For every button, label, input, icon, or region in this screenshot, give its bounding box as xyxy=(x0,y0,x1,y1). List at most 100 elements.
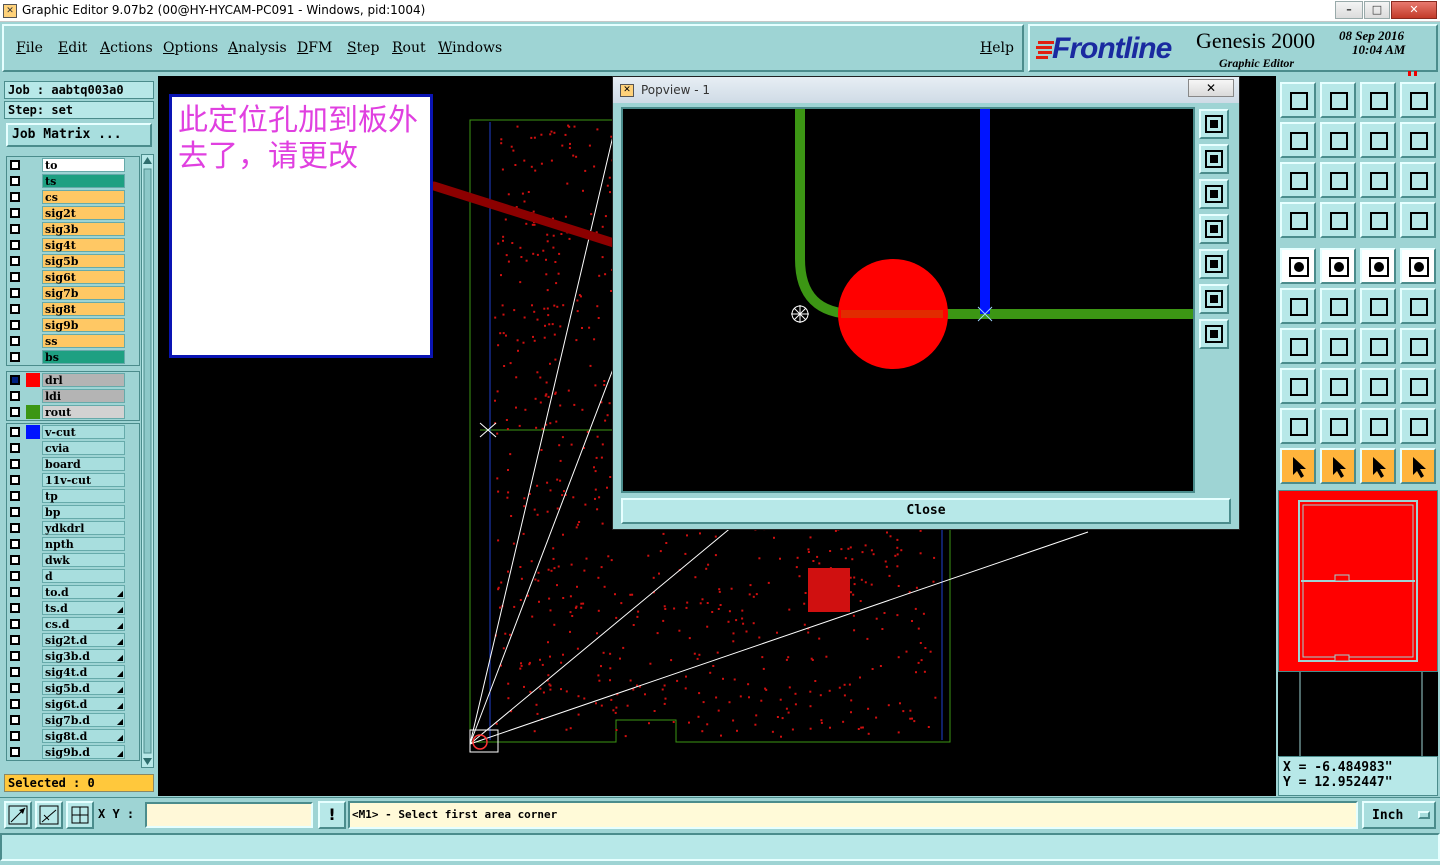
layer-checkbox[interactable] xyxy=(10,603,20,613)
layer-name[interactable]: sig8t xyxy=(42,302,125,316)
layer-row-sig9b-d[interactable]: sig9b.d ◢ xyxy=(7,744,139,760)
layer-name[interactable]: tp xyxy=(42,489,125,503)
layer-checkbox[interactable] xyxy=(10,507,20,517)
close-window-button[interactable]: ✕ xyxy=(1391,1,1437,19)
layer-name[interactable]: sig3b.d ◢ xyxy=(42,649,125,663)
pointer-circle-icon[interactable] xyxy=(1360,448,1396,484)
layer-name[interactable]: sig5b xyxy=(42,254,125,268)
mini-map[interactable] xyxy=(1278,490,1438,672)
traffic-light-icon[interactable] xyxy=(1360,202,1396,238)
layer-checkbox[interactable] xyxy=(10,427,20,437)
layer-checkbox[interactable] xyxy=(10,523,20,533)
split-line-icon[interactable] xyxy=(1320,368,1356,404)
layer-row-ts[interactable]: ts xyxy=(7,173,139,189)
layer-row-drl[interactable]: drl xyxy=(7,372,139,388)
layer-name[interactable]: d xyxy=(42,569,125,583)
menu-help[interactable]: Help xyxy=(980,40,1014,56)
layer-row-bp[interactable]: bp xyxy=(7,504,139,520)
layer-row-sig6t[interactable]: sig6t xyxy=(7,269,139,285)
layer-row-to[interactable]: to xyxy=(7,157,139,173)
layer-name[interactable]: board xyxy=(42,457,125,471)
layer-name[interactable]: sig7b.d ◢ xyxy=(42,713,125,727)
layer-checkbox[interactable] xyxy=(10,272,20,282)
layer-row-sig8t[interactable]: sig8t xyxy=(7,301,139,317)
layer-checkbox[interactable] xyxy=(10,747,20,757)
layer-checkbox[interactable] xyxy=(10,320,20,330)
zoom-area-icon[interactable] xyxy=(4,801,32,829)
maximize-button[interactable]: □ xyxy=(1364,1,1390,19)
layer-checkbox[interactable] xyxy=(10,571,20,581)
layer-name[interactable]: bp xyxy=(42,505,125,519)
layer-row-sig5b-d[interactable]: sig5b.d ◢ xyxy=(7,680,139,696)
layer-row-sig2t-d[interactable]: sig2t.d ◢ xyxy=(7,632,139,648)
layer-name[interactable]: ts.d ◢ xyxy=(42,601,125,615)
layer-checkbox[interactable] xyxy=(10,256,20,266)
house-icon[interactable] xyxy=(1360,82,1396,118)
layer-name[interactable]: to xyxy=(42,158,125,172)
layer-row-ydkdrl[interactable]: ydkdrl xyxy=(7,520,139,536)
menu-actions[interactable]: Actions xyxy=(100,40,153,56)
layer-row-sig3b-d[interactable]: sig3b.d ◢ xyxy=(7,648,139,664)
layer-checkbox[interactable] xyxy=(10,443,20,453)
layer-checkbox[interactable] xyxy=(10,240,20,250)
layer-checkbox[interactable] xyxy=(10,459,20,469)
layer-name[interactable]: sig7b xyxy=(42,286,125,300)
layer-scrollbar[interactable] xyxy=(141,154,154,768)
move-left-icon[interactable] xyxy=(1280,122,1316,158)
layer-row-board[interactable]: board xyxy=(7,456,139,472)
net-icon[interactable] xyxy=(1280,288,1316,324)
layer-checkbox[interactable] xyxy=(10,391,20,401)
home-up-icon[interactable] xyxy=(1280,82,1316,118)
layer-name[interactable]: sig6t xyxy=(42,270,125,284)
layer-name[interactable]: cs xyxy=(42,190,125,204)
line-draw-icon[interactable] xyxy=(1320,328,1356,364)
layer-row-ldi[interactable]: ldi xyxy=(7,388,139,404)
layer-name[interactable]: npth xyxy=(42,537,125,551)
layer-name[interactable]: sig2t.d ◢ xyxy=(42,633,125,647)
layer-name[interactable]: ydkdrl xyxy=(42,521,125,535)
popview-close-x[interactable]: ✕ xyxy=(1188,79,1234,97)
layer-checkbox[interactable] xyxy=(10,407,20,417)
layer-checkbox[interactable] xyxy=(10,667,20,677)
layer-name[interactable]: bs xyxy=(42,350,125,364)
swap-icon[interactable] xyxy=(1360,122,1396,158)
pan-left-icon[interactable] xyxy=(1199,214,1229,244)
layer-checkbox[interactable] xyxy=(10,555,20,565)
layer-checkbox[interactable] xyxy=(10,288,20,298)
layer-name[interactable]: v-cut xyxy=(42,425,125,439)
layer-row-cs-d[interactable]: cs.d ◢ xyxy=(7,616,139,632)
layer-checkbox[interactable] xyxy=(10,375,20,385)
menu-dfm[interactable]: DFM xyxy=(297,40,332,56)
group-icon[interactable] xyxy=(1400,368,1436,404)
move-right-icon[interactable] xyxy=(1320,122,1356,158)
layer-row-sig2t[interactable]: sig2t xyxy=(7,205,139,221)
layer-name[interactable]: sig4t xyxy=(42,238,125,252)
layer-checkbox[interactable] xyxy=(10,731,20,741)
zoom-in-icon[interactable] xyxy=(1199,284,1229,314)
layer-row-sig4t[interactable]: sig4t xyxy=(7,237,139,253)
layer-name[interactable]: cs.d ◢ xyxy=(42,617,125,631)
zoom-out-icon[interactable] xyxy=(1199,319,1229,349)
layer-row-ts-d[interactable]: ts.d ◢ xyxy=(7,600,139,616)
layer-row-cs[interactable]: cs xyxy=(7,189,139,205)
layer-checkbox[interactable] xyxy=(10,683,20,693)
layer-name[interactable]: ts xyxy=(42,174,125,188)
layer-row-tp[interactable]: tp xyxy=(7,488,139,504)
triangle-icon[interactable] xyxy=(1280,408,1316,444)
menu-windows[interactable]: Windows xyxy=(438,40,502,56)
triangle-up-icon[interactable] xyxy=(1320,408,1356,444)
pan-down-icon[interactable] xyxy=(1199,179,1229,209)
layer-checkbox[interactable] xyxy=(10,208,20,218)
menu-options[interactable]: Options xyxy=(163,40,218,56)
menu-analysis[interactable]: Analysis xyxy=(228,40,287,56)
layer-row-sig7b-d[interactable]: sig7b.d ◢ xyxy=(7,712,139,728)
layer-row-11v-cut[interactable]: 11v-cut xyxy=(7,472,139,488)
grid-icon[interactable] xyxy=(66,801,94,829)
layer-row-bs[interactable]: bs xyxy=(7,349,139,365)
layer-name[interactable]: drl xyxy=(42,373,125,387)
line-select-icon[interactable] xyxy=(1320,248,1356,284)
layer-name[interactable]: sig5b.d ◢ xyxy=(42,681,125,695)
layer-name[interactable]: dwk xyxy=(42,553,125,567)
pointer-icon[interactable] xyxy=(1280,448,1316,484)
layer-row-ss[interactable]: ss xyxy=(7,333,139,349)
